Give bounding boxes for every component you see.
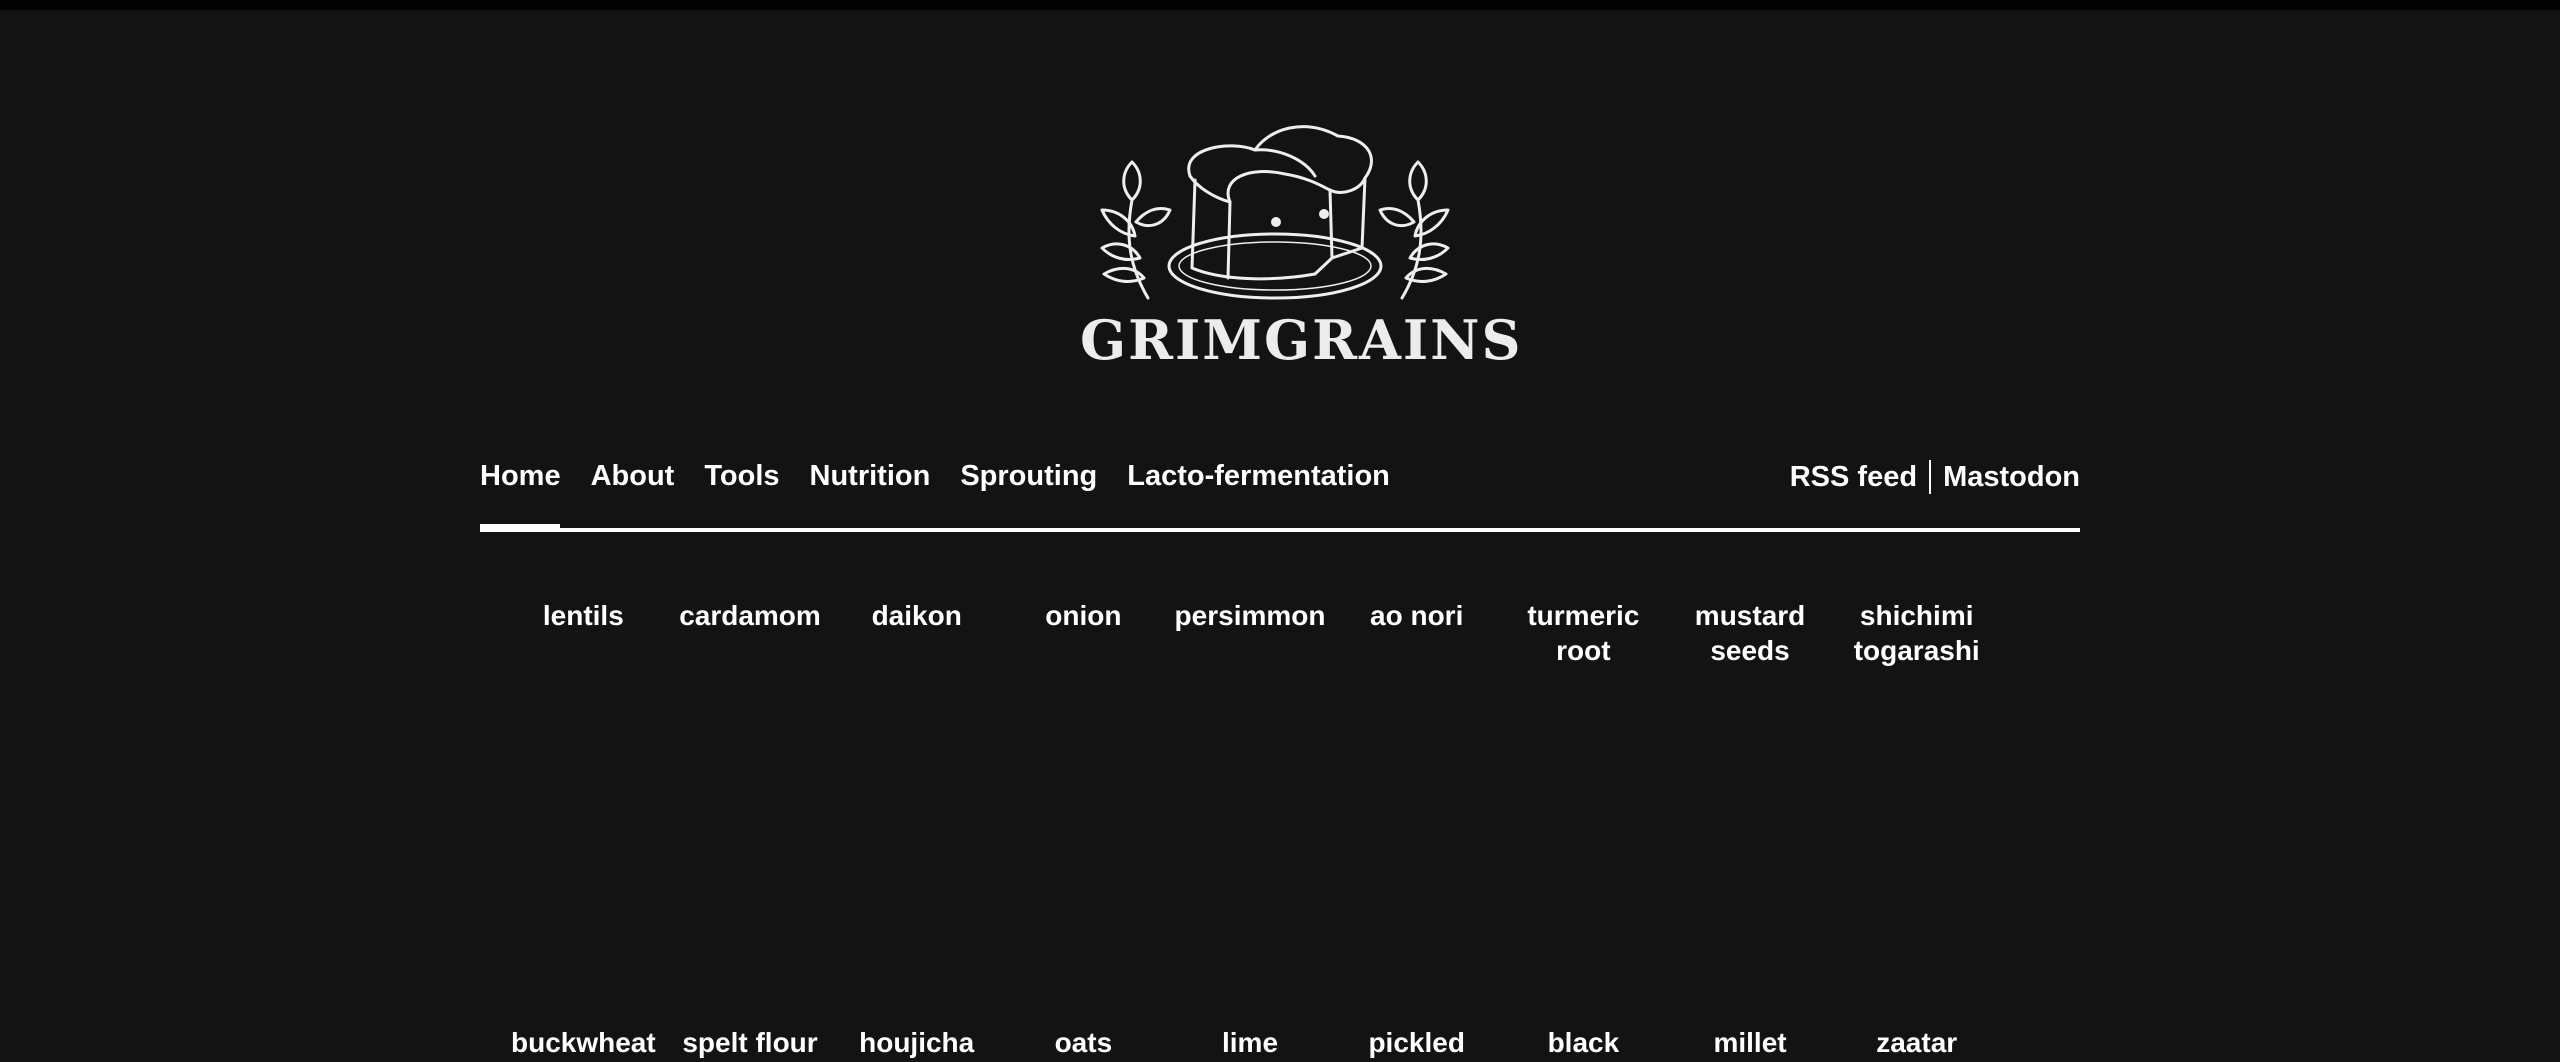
ingredient-label-line: shichimi [1859, 600, 1974, 631]
nav-link-nutrition[interactable]: Nutrition [810, 460, 931, 493]
nav-link-lacto-fermentation[interactable]: Lacto-fermentation [1127, 460, 1390, 493]
bread-loaf-with-laurels-icon [1100, 125, 1450, 300]
ingredient-label-line: buckwheat [510, 1027, 656, 1058]
nav-link-tools[interactable]: Tools [704, 460, 779, 493]
nav-divider [1929, 460, 1932, 494]
nav-link-about[interactable]: About [591, 460, 675, 493]
nav-link-home[interactable]: Home [480, 460, 561, 493]
nav-secondary-links: RSS feed Mastodon [1790, 460, 2080, 494]
nav-primary-links: Home About Tools Nutrition Sprouting Lac… [480, 460, 1390, 493]
ingredient-item[interactable]: black [1500, 1025, 1667, 1060]
ingredient-label-line: spelt flour [682, 1027, 818, 1058]
ingredient-label-line: mustard [1694, 600, 1806, 631]
ingredient-grid-row-2: buckwheat spelt flour houjicha oats lime pick… [500, 1025, 2000, 1060]
site-logo[interactable]: GRIMGRAINS [1080, 118, 1523, 380]
ingredient-item[interactable]: daikon [833, 598, 1000, 668]
ingredient-grid-row-1: lentils cardamom daikon onion persimmon ao no… [500, 598, 2000, 668]
ingredient-item[interactable]: onion [1000, 598, 1167, 668]
ingredient-item[interactable]: turmeric root [1500, 598, 1667, 668]
nav-underline-rule [480, 528, 2080, 532]
ingredient-label-line: onion [1045, 600, 1122, 631]
ingredient-item[interactable]: pickled [1333, 1025, 1500, 1060]
ingredient-item[interactable]: oats [1000, 1025, 1167, 1060]
ingredient-label-line: ao nori [1370, 600, 1464, 631]
ingredient-label-line: lime [1222, 1027, 1279, 1058]
nav-link-rss-feed[interactable]: RSS feed [1790, 461, 1917, 494]
ingredient-label-line: root [1556, 635, 1611, 666]
ingredient-item[interactable]: zaatar [1833, 1025, 2000, 1060]
ingredient-item[interactable]: houjicha [833, 1025, 1000, 1060]
main-nav: Home About Tools Nutrition Sprouting Lac… [480, 448, 2080, 532]
ingredient-item[interactable]: persimmon [1167, 598, 1334, 668]
ingredient-label-line: lentils [542, 600, 624, 631]
ingredient-label-line: houjicha [859, 1027, 975, 1058]
ingredient-item[interactable]: ao nori [1333, 598, 1500, 668]
ingredient-item[interactable]: cardamom [667, 598, 834, 668]
ingredient-item[interactable]: millet [1667, 1025, 1834, 1060]
ingredient-label-line: togarashi [1853, 635, 1980, 666]
ingredient-label-line: millet [1713, 1027, 1787, 1058]
ingredient-label-line: daikon [871, 600, 962, 631]
ingredient-item[interactable]: buckwheat [500, 1025, 667, 1060]
ingredient-label-line: turmeric [1527, 600, 1640, 631]
nav-link-mastodon[interactable]: Mastodon [1943, 461, 2080, 494]
ingredient-item[interactable]: lentils [500, 598, 667, 668]
ingredient-item[interactable]: lime [1167, 1025, 1334, 1060]
top-bar [0, 0, 2560, 10]
ingredient-label-line: pickled [1368, 1027, 1465, 1058]
ingredient-item[interactable]: spelt flour [667, 1025, 834, 1060]
ingredient-label-line: zaatar [1876, 1027, 1958, 1058]
nav-active-indicator [480, 524, 560, 532]
ingredient-item[interactable]: shichimi togarashi [1833, 598, 2000, 668]
ingredient-label-line: persimmon [1174, 600, 1326, 631]
nav-link-sprouting[interactable]: Sprouting [960, 460, 1097, 493]
brand-name: GRIMGRAINS [1080, 308, 1523, 372]
ingredient-label-line: cardamom [679, 600, 821, 631]
ingredient-label-line: seeds [1710, 635, 1790, 666]
ingredient-label-line: black [1547, 1027, 1620, 1058]
ingredient-label-line: oats [1054, 1027, 1113, 1058]
ingredient-item[interactable]: mustard seeds [1667, 598, 1834, 668]
